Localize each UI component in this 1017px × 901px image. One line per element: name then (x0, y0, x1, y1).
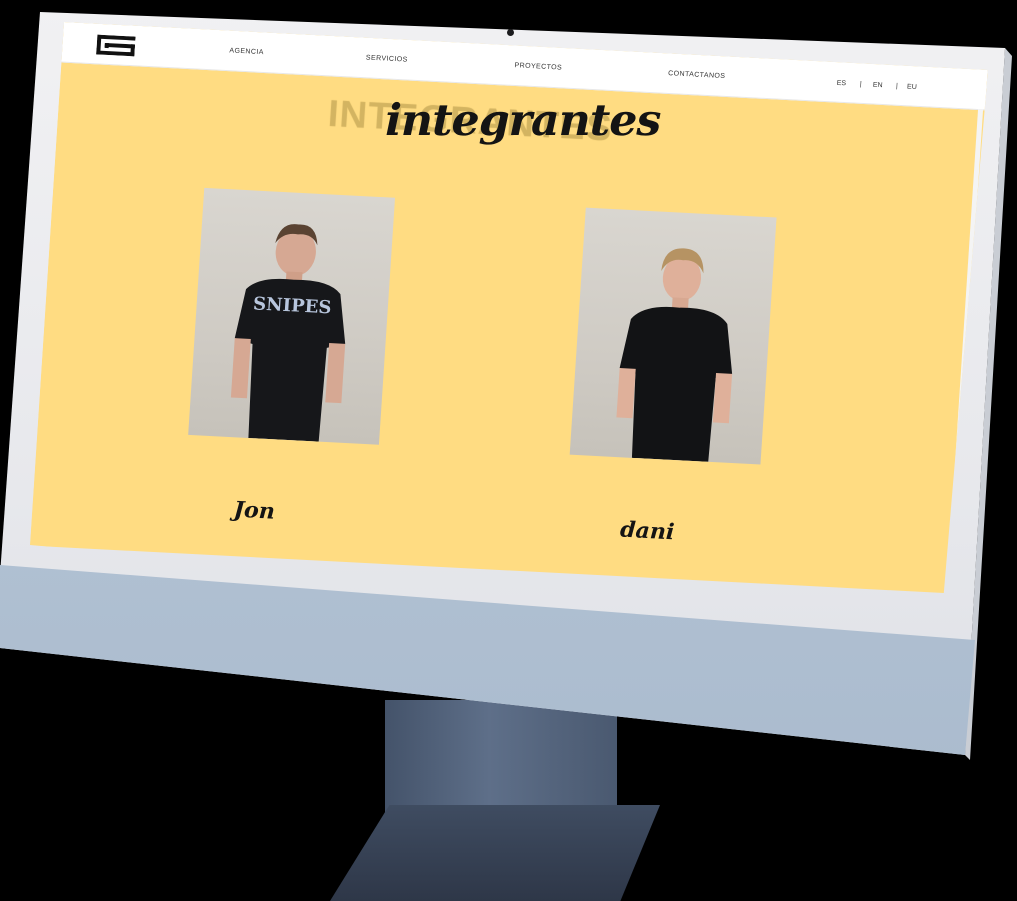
person-jon-icon: SNIPES (230, 224, 346, 442)
website-viewport: AGENCIA SERVICIOS PROYECTOS CONTACTANOS … (30, 22, 988, 594)
language-es[interactable]: ES (836, 80, 846, 87)
brand-logo-icon[interactable] (96, 34, 136, 57)
language-en[interactable]: EN (873, 82, 883, 89)
nav-link-servicios[interactable]: SERVICIOS (366, 55, 408, 64)
imac-mockup: AGENCIA SERVICIOS PROYECTOS CONTACTANOS … (0, 0, 1017, 901)
nav-link-proyectos[interactable]: PROYECTOS (514, 62, 562, 71)
webcam-icon (507, 29, 514, 36)
nav-link-agencia[interactable]: AGENCIA (229, 47, 264, 56)
language-separator: | (895, 82, 898, 90)
member-photo-jon: SNIPES (188, 187, 396, 445)
member-name-jon: Jon (232, 496, 276, 525)
section-title: integrantes (384, 95, 661, 146)
language-separator: | (859, 81, 862, 89)
language-eu[interactable]: EU (907, 84, 917, 91)
member-name-dani: dani (619, 516, 676, 546)
shirt-text: SNIPES (252, 294, 332, 319)
member-photo-dani (569, 207, 777, 465)
person-dani-icon (616, 248, 733, 462)
nav-link-contactanos[interactable]: CONTACTANOS (668, 70, 726, 80)
